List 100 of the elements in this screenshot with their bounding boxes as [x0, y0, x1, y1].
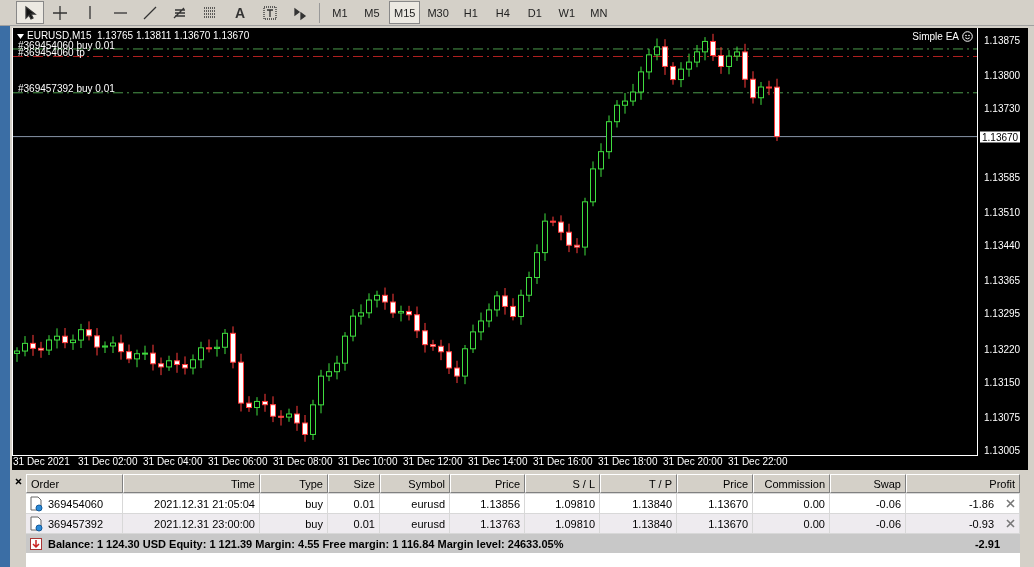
candlestick [406, 305, 412, 321]
candlestick [334, 355, 340, 380]
time-axis-label: 31 Dec 18:00 [597, 456, 659, 469]
close-icon[interactable] [14, 478, 22, 485]
price-axis-label: 1.13800 [984, 69, 1021, 81]
candlestick [198, 341, 204, 369]
table-cell: 0.01 [353, 517, 375, 530]
candlestick [454, 360, 460, 384]
candlestick [526, 271, 532, 303]
price-axis-label: 1.13440 [984, 239, 1021, 251]
column-header[interactable]: Price [450, 474, 525, 493]
candlestick [110, 335, 116, 354]
timeframe-button[interactable]: H1 [455, 1, 486, 24]
candlestick [102, 340, 108, 354]
candlestick [318, 369, 324, 414]
candlestick [350, 308, 356, 342]
table-cell: 1.09810 [555, 497, 595, 510]
fibonacci-levels-icon [202, 4, 218, 21]
text-label-icon [262, 4, 278, 21]
candlestick [70, 334, 76, 351]
text-tool-button[interactable]: A [226, 1, 254, 24]
candlestick [742, 43, 748, 89]
candlestick [566, 223, 572, 253]
candlestick [510, 297, 516, 321]
dropdown-triangle-icon[interactable] [17, 34, 24, 39]
price-axis-label: 1.13730 [984, 102, 1021, 114]
candlestick [126, 344, 132, 364]
candlestick [310, 399, 316, 441]
smiley-icon [962, 31, 973, 42]
column-header[interactable]: Swap [830, 474, 906, 493]
candlestick [758, 81, 764, 106]
candlestick [494, 290, 500, 318]
time-axis-label: 31 Dec 10:00 [337, 456, 399, 469]
timeframe-button[interactable]: D1 [519, 1, 550, 24]
candlestick [590, 160, 596, 207]
timeframe-button[interactable]: W1 [551, 1, 582, 24]
time-axis-label: 31 Dec 02:00 [77, 456, 139, 469]
candlestick [62, 327, 68, 349]
price-axis-label: 1.13150 [984, 376, 1021, 388]
candlestick [390, 293, 396, 319]
cursor-tool-button[interactable] [16, 1, 44, 24]
candlestick [246, 395, 252, 413]
column-header[interactable]: Order [26, 474, 123, 493]
order-icon [30, 515, 44, 532]
column-header[interactable]: Commission [753, 474, 830, 493]
current-price-tag: 1.13670 [980, 131, 1021, 143]
table-cell: 0.01 [353, 497, 375, 510]
column-header[interactable]: Type [260, 474, 328, 493]
candlestick [30, 334, 36, 357]
candlestick [254, 396, 260, 417]
candlestick [278, 409, 284, 427]
timeframe-button[interactable]: MN [583, 1, 614, 24]
candlestick [134, 349, 140, 368]
table-cell: -1.86 [968, 497, 994, 510]
candlestick [534, 243, 540, 285]
price-axis-label: 1.13585 [984, 171, 1021, 183]
column-header[interactable]: S / L [525, 474, 600, 493]
candlestick [166, 355, 172, 372]
candlestick [662, 38, 668, 76]
candlestick [286, 408, 292, 423]
price-axis-label: 1.13005 [984, 444, 1021, 456]
table-cell: 0.00 [803, 497, 825, 510]
column-header[interactable]: T / P [600, 474, 677, 493]
total-profit: -2.91 [973, 537, 1000, 550]
candlestick [550, 216, 556, 227]
table-cell: 1.13856 [480, 497, 520, 510]
table-cell: 369454060 [48, 497, 104, 510]
candlestick [606, 114, 612, 160]
table-cell: 1.13670 [708, 497, 748, 510]
column-header[interactable]: Symbol [380, 474, 450, 493]
candlestick [502, 287, 508, 316]
candlestick [446, 342, 452, 375]
timeframe-button[interactable]: H4 [487, 1, 518, 24]
table-cell: 0.00 [803, 517, 825, 530]
timeframe-button[interactable]: M15 [389, 1, 421, 24]
time-axis-label: 31 Dec 04:00 [142, 456, 204, 469]
vertical-line-icon [89, 6, 91, 19]
candlestick [670, 61, 676, 86]
timeframe-button[interactable]: M1 [325, 1, 355, 24]
candlestick [94, 327, 100, 356]
candlestick [206, 338, 212, 353]
timeframe-button[interactable]: M30 [422, 1, 454, 24]
table-cell: -0.06 [875, 497, 901, 510]
candlestick [558, 214, 564, 241]
horizontal-line-icon [113, 11, 127, 14]
candlestick [734, 46, 740, 62]
candlestick [438, 339, 444, 361]
column-header[interactable]: Size [328, 474, 380, 493]
candlestick [638, 66, 644, 101]
column-header[interactable]: Price [677, 474, 753, 493]
candlestick [86, 320, 92, 341]
timeframe-button[interactable]: M5 [357, 1, 387, 24]
time-axis-label: 31 Dec 06:00 [207, 456, 269, 469]
candlestick [230, 325, 236, 369]
candlestick [630, 83, 636, 107]
column-header[interactable]: Profit [906, 474, 1020, 493]
candlestick [358, 303, 364, 326]
candlestick [542, 212, 548, 262]
column-header[interactable]: Time [123, 474, 260, 493]
candlestick [326, 362, 332, 382]
